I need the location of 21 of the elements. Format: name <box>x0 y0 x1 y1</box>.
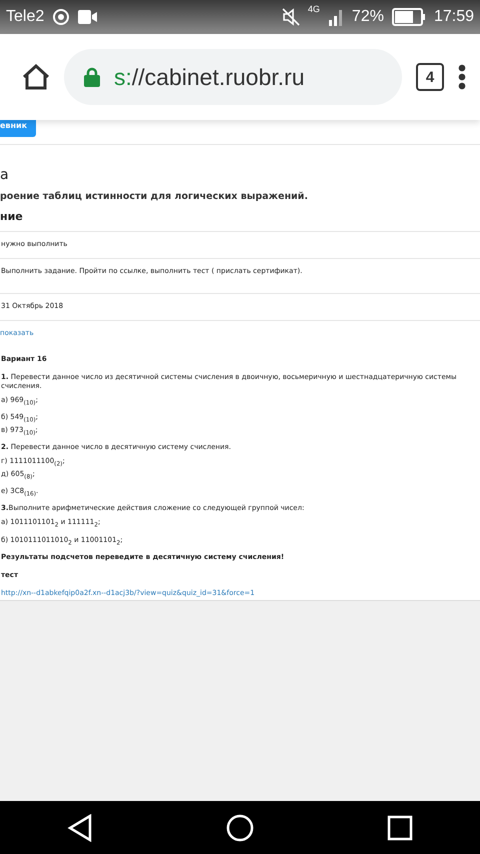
lock-icon <box>84 67 100 87</box>
section-heading: ние <box>0 210 24 223</box>
network-type: 4G <box>308 4 320 14</box>
topic-title: роение таблиц истинности для логических выражений. <box>0 191 309 202</box>
battery-icon <box>392 8 426 26</box>
mute-icon <box>282 8 300 26</box>
page-title: а <box>0 167 10 183</box>
url-text: s://cabinet.ruobr.ru <box>114 64 304 90</box>
home-icon[interactable] <box>22 64 50 90</box>
recents-icon[interactable] <box>387 815 414 841</box>
back-icon[interactable] <box>66 814 93 842</box>
clock: 17:59 <box>434 8 474 26</box>
battery-percent: 72% <box>352 8 384 26</box>
address-bar[interactable]: s://cabinet.ruobr.ru <box>64 49 402 105</box>
hotspot-icon <box>52 8 70 26</box>
signal-icon <box>328 8 344 26</box>
video-camera-icon <box>78 10 98 24</box>
carrier-name: Tele2 <box>6 8 44 26</box>
more-menu-icon[interactable] <box>458 64 466 90</box>
diary-button[interactable]: евник <box>0 120 36 137</box>
tab-count-button[interactable]: 4 <box>416 63 444 91</box>
